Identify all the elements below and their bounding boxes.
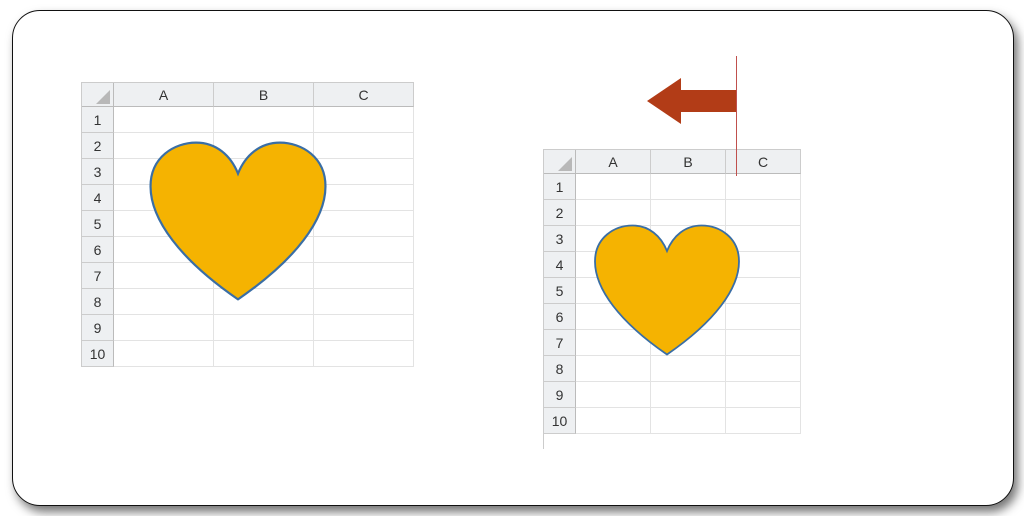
heart-shape[interactable] <box>592 206 742 377</box>
row-header[interactable]: 9 <box>544 382 576 408</box>
cell[interactable] <box>314 315 414 341</box>
row-header[interactable]: 8 <box>82 289 114 315</box>
cell[interactable] <box>651 408 726 434</box>
cell[interactable] <box>576 174 651 200</box>
cell[interactable] <box>651 382 726 408</box>
cell[interactable] <box>114 315 214 341</box>
column-header[interactable]: B <box>651 150 726 174</box>
row-header[interactable]: 5 <box>544 278 576 304</box>
cell[interactable] <box>314 341 414 367</box>
figure-canvas: ABC12345678910 ABC12345678910 <box>0 0 1024 516</box>
left-arrow-icon <box>647 76 737 126</box>
cell[interactable] <box>314 107 414 133</box>
row-header[interactable]: 6 <box>82 237 114 263</box>
column-header[interactable]: C <box>314 83 414 107</box>
row-header[interactable]: 1 <box>82 107 114 133</box>
row-header[interactable]: 4 <box>544 252 576 278</box>
cell[interactable] <box>214 341 314 367</box>
cell[interactable] <box>214 315 314 341</box>
cell[interactable] <box>726 174 801 200</box>
spreadsheet-right[interactable]: ABC 12345678910 <box>543 149 801 449</box>
row-header[interactable]: 1 <box>544 174 576 200</box>
cell[interactable] <box>651 174 726 200</box>
vertical-guide-line <box>736 56 737 176</box>
row-header[interactable]: 9 <box>82 315 114 341</box>
rounded-card: ABC12345678910 ABC12345678910 <box>12 10 1014 506</box>
cell[interactable] <box>214 107 314 133</box>
row-header[interactable]: 6 <box>544 304 576 330</box>
cell[interactable] <box>114 341 214 367</box>
cell[interactable] <box>726 382 801 408</box>
spreadsheet-left[interactable]: ABC 12345678910 <box>81 82 414 367</box>
row-header[interactable]: 2 <box>544 200 576 226</box>
row-header[interactable]: 7 <box>82 263 114 289</box>
column-header[interactable]: A <box>576 150 651 174</box>
column-header[interactable]: A <box>114 83 214 107</box>
heart-shape[interactable] <box>142 139 334 306</box>
row-header[interactable]: 5 <box>82 211 114 237</box>
row-header[interactable]: 3 <box>544 226 576 252</box>
cell[interactable] <box>576 408 651 434</box>
cell[interactable] <box>726 408 801 434</box>
column-header[interactable]: B <box>214 83 314 107</box>
cell[interactable] <box>114 107 214 133</box>
row-header[interactable]: 2 <box>82 133 114 159</box>
row-header[interactable]: 3 <box>82 159 114 185</box>
row-header[interactable]: 4 <box>82 185 114 211</box>
column-header[interactable]: C <box>726 150 801 174</box>
row-header[interactable]: 10 <box>82 341 114 367</box>
row-header[interactable]: 8 <box>544 356 576 382</box>
row-header[interactable]: 10 <box>544 408 576 434</box>
cell[interactable] <box>576 382 651 408</box>
row-header[interactable]: 7 <box>544 330 576 356</box>
select-all-corner[interactable] <box>544 150 576 174</box>
select-all-corner[interactable] <box>82 83 114 107</box>
